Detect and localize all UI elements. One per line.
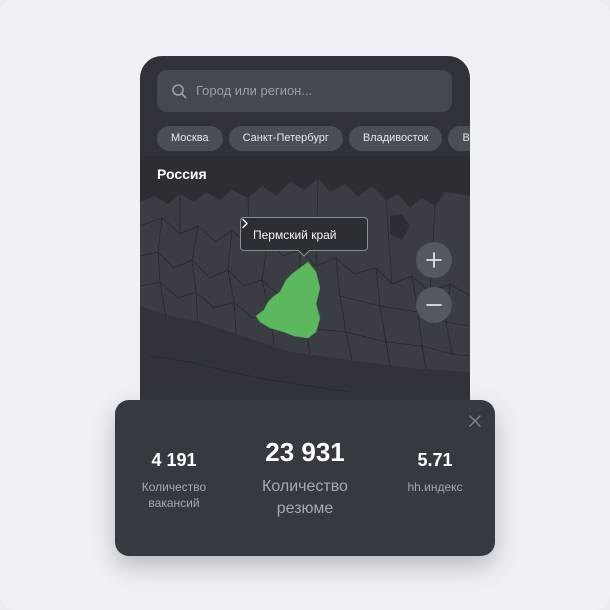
map-canvas — [140, 156, 470, 416]
map-panel: Город или регион... Москва Санкт-Петербур… — [140, 56, 470, 416]
resumes-value: 23 931 — [265, 437, 345, 467]
region-tooltip-label: Пермский край — [253, 228, 337, 242]
resumes-label: Количество резюме — [235, 476, 375, 520]
vacancies-label: Количество вакансий — [129, 479, 219, 511]
search-field[interactable]: Город или регион... — [157, 70, 452, 112]
minus-icon — [426, 304, 442, 306]
resumes-label-line1: Количество — [262, 478, 348, 495]
search-icon — [172, 84, 187, 99]
region-stats-card: 4 191 Количество вакансий 23 931 Количес… — [115, 400, 495, 556]
city-chips: МоскваСанкт-ПетербургВладивостокВо — [157, 126, 470, 151]
chip-vladivostok[interactable]: Владивосток — [348, 126, 443, 151]
region-map[interactable]: Россия Пермский край — [140, 156, 470, 416]
vacancies-label-line1: Количество — [141, 480, 207, 494]
stat-vacancies: 4 191 Количество вакансий — [129, 450, 219, 511]
search-input[interactable]: Город или регион... — [196, 83, 312, 98]
chip-moscow[interactable]: Москва — [157, 126, 223, 151]
background-frame: Город или регион... Москва Санкт-Петербур… — [0, 0, 610, 610]
chevron-right-icon — [242, 218, 248, 229]
region-tooltip[interactable]: Пермский край — [240, 217, 368, 251]
hh-index-label: hh.индекс — [407, 480, 463, 494]
hh-index-value: 5.71 — [417, 450, 453, 470]
lake-shape — [390, 214, 410, 240]
chip-saint-petersburg[interactable]: Санкт-Петербург — [228, 126, 343, 151]
zoom-in-button[interactable] — [416, 242, 452, 278]
stat-resumes: 23 931 Количество резюме — [235, 437, 375, 520]
resumes-label-line2: резюме — [276, 500, 334, 517]
close-icon[interactable] — [469, 415, 481, 427]
vacancies-value: 4 191 — [151, 450, 197, 470]
highlighted-region[interactable] — [255, 261, 321, 339]
sea-area — [140, 156, 470, 208]
plus-icon — [426, 252, 442, 268]
country-title: Россия — [157, 166, 207, 182]
zoom-out-button[interactable] — [416, 287, 452, 323]
vacancies-label-line2: вакансий — [148, 496, 200, 510]
chip-more[interactable]: Во — [448, 126, 470, 151]
stat-hh-index: 5.71 hh.индекс — [395, 450, 475, 495]
tooltip-pointer — [298, 250, 310, 257]
